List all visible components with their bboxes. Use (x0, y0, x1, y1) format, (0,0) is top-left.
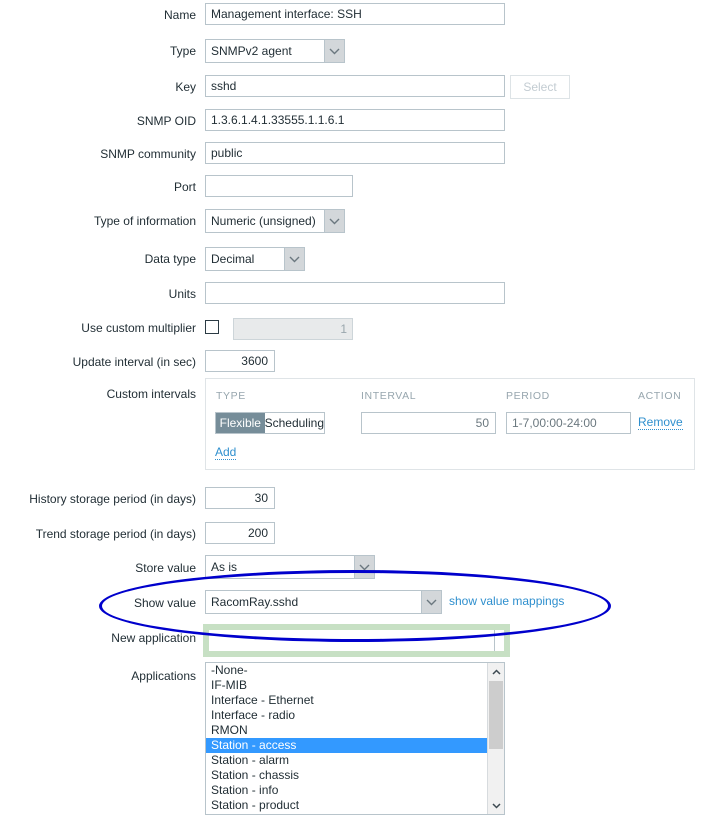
form-row-key: Key Select (0, 74, 706, 100)
label-port: Port (173, 180, 196, 194)
list-item[interactable]: Interface - radio (206, 708, 487, 723)
key-input[interactable] (205, 75, 505, 97)
label-snmp-oid: SNMP OID (136, 114, 196, 128)
label-type-of-information: Type of information (93, 214, 196, 228)
chevron-down-icon (284, 248, 304, 270)
form-row-type-of-information: Type of information Numeric (unsigned) (0, 208, 706, 234)
label-new-application: New application (111, 631, 196, 645)
form-row-type: Type SNMPv2 agent (0, 38, 706, 64)
applications-listbox[interactable]: -None- IF-MIB Interface - Ethernet Interfac… (205, 662, 505, 815)
form-row-show-value: Show value RacomRay.sshd show value mapp… (0, 590, 706, 616)
list-item[interactable]: Station - alarm (206, 753, 487, 768)
list-item[interactable]: IF-MIB (206, 678, 487, 693)
label-use-custom-multiplier: Use custom multiplier (81, 321, 196, 335)
data-type-value: Decimal (211, 252, 255, 266)
type-select[interactable]: SNMPv2 agent (205, 39, 345, 63)
custom-interval-interval-input[interactable] (361, 412, 496, 434)
use-custom-multiplier-checkbox[interactable] (205, 320, 219, 334)
label-store-value: Store value (135, 561, 196, 575)
list-item[interactable]: Station - product (206, 798, 487, 813)
label-custom-intervals: Custom intervals (106, 387, 196, 401)
toggle-option-scheduling[interactable]: Scheduling (264, 413, 324, 433)
list-item[interactable]: Station - chassis (206, 768, 487, 783)
select-key-button[interactable]: Select (510, 75, 570, 99)
form-row-use-custom-multiplier: Use custom multiplier (0, 315, 706, 341)
custom-intervals-header-action: ACTION (638, 390, 682, 402)
form-row-data-type: Data type Decimal (0, 246, 706, 272)
list-item[interactable]: RMON (206, 723, 487, 738)
units-input[interactable] (205, 282, 505, 304)
show-value-mappings-link[interactable]: show value mappings (449, 594, 564, 608)
custom-interval-type-toggle[interactable]: Flexible Scheduling (215, 412, 325, 434)
applications-scrollbar[interactable] (487, 663, 504, 814)
scrollbar-thumb[interactable] (489, 681, 503, 749)
custom-intervals-header-period: PERIOD (506, 390, 550, 402)
custom-multiplier-input (233, 318, 353, 340)
item-configuration-form: Name Type SNMPv2 agent Key Select SNMP O… (0, 0, 706, 819)
label-name: Name (163, 8, 196, 22)
custom-intervals-header-interval: INTERVAL (361, 390, 417, 402)
form-row-snmp-community: SNMP community (0, 141, 706, 167)
form-row-units: Units (0, 281, 706, 307)
form-row-update-interval: Update interval (in sec) (0, 349, 706, 375)
port-input[interactable] (205, 175, 353, 197)
form-row-name: Name (0, 2, 706, 28)
applications-list[interactable]: -None- IF-MIB Interface - Ethernet Interfac… (206, 663, 487, 813)
label-update-interval: Update interval (in sec) (72, 355, 196, 369)
label-applications: Applications (131, 669, 196, 683)
scroll-down-icon[interactable] (488, 797, 504, 814)
data-type-select[interactable]: Decimal (205, 247, 305, 271)
type-of-information-value: Numeric (unsigned) (211, 214, 316, 228)
form-row-port: Port (0, 174, 706, 200)
scroll-up-icon[interactable] (488, 663, 504, 680)
custom-interval-add-link[interactable]: Add (215, 445, 237, 460)
label-show-value: Show value (133, 596, 196, 610)
name-input[interactable] (205, 3, 505, 25)
list-item[interactable]: -None- (206, 663, 487, 678)
chevron-down-icon (354, 556, 374, 578)
chevron-down-icon (324, 210, 344, 232)
show-value-select[interactable]: RacomRay.sshd (205, 590, 442, 614)
label-trend-storage-period: Trend storage period (in days) (35, 527, 196, 541)
type-select-value: SNMPv2 agent (211, 44, 292, 58)
form-row-snmp-oid: SNMP OID (0, 108, 706, 134)
form-row-new-application: New application (0, 625, 706, 652)
chevron-down-icon (324, 40, 344, 62)
label-snmp-community: SNMP community (100, 147, 196, 161)
show-value-value: RacomRay.sshd (211, 595, 299, 609)
form-row-history-storage-period: History storage period (in days) (0, 486, 706, 512)
form-row-store-value: Store value As is (0, 555, 706, 581)
new-application-input[interactable] (205, 626, 495, 652)
list-item[interactable]: Station - info (206, 783, 487, 798)
snmp-community-input[interactable] (205, 142, 505, 164)
trend-storage-period-input[interactable] (205, 522, 275, 544)
custom-intervals-panel: TYPE INTERVAL PERIOD ACTION Flexible Sch… (205, 378, 695, 470)
chevron-down-icon (421, 591, 441, 613)
toggle-option-flexible[interactable]: Flexible (216, 413, 265, 433)
label-units: Units (168, 287, 196, 301)
label-history-storage-period: History storage period (in days) (29, 492, 196, 506)
label-type: Type (169, 44, 196, 58)
label-data-type: Data type (144, 252, 196, 266)
custom-interval-period-input[interactable] (506, 412, 631, 434)
list-item[interactable]: Station - access (206, 738, 487, 753)
snmp-oid-input[interactable] (205, 109, 505, 131)
form-row-trend-storage-period: Trend storage period (in days) (0, 521, 706, 547)
store-value-value: As is (211, 560, 238, 574)
label-key: Key (175, 80, 196, 94)
custom-intervals-header-type: TYPE (216, 390, 246, 402)
history-storage-period-input[interactable] (205, 487, 275, 509)
update-interval-input[interactable] (205, 350, 275, 372)
type-of-information-select[interactable]: Numeric (unsigned) (205, 209, 345, 233)
custom-interval-remove-link[interactable]: Remove (638, 415, 683, 430)
store-value-select[interactable]: As is (205, 555, 375, 579)
list-item[interactable]: Interface - Ethernet (206, 693, 487, 708)
